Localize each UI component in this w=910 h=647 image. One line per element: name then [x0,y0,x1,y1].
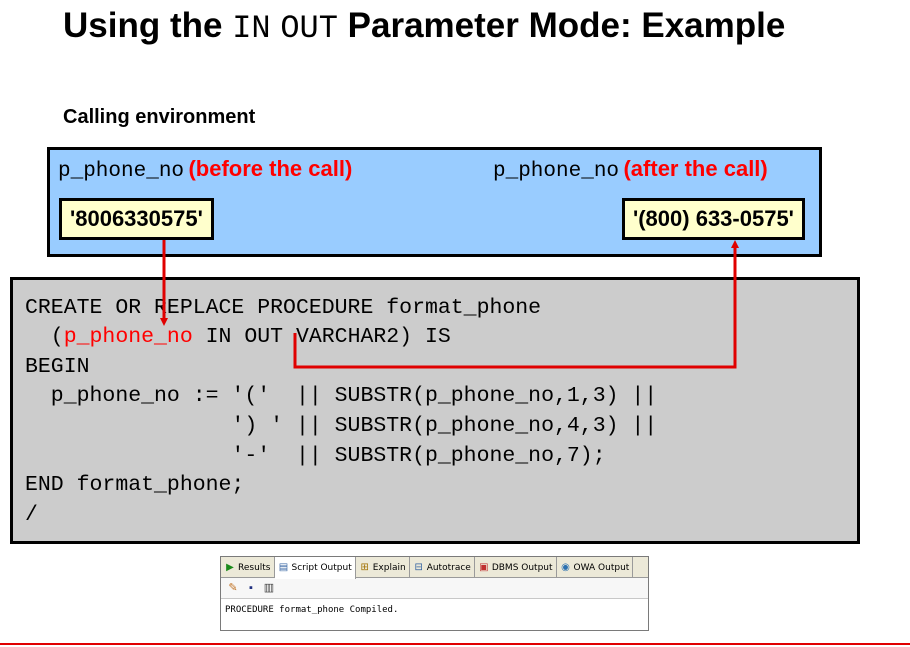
code-line-4: p_phone_no := '(' || SUBSTR(p_phone_no,1… [25,384,658,408]
tab-owa-output[interactable]: ◉ OWA Output [557,557,634,578]
code-param-name: p_phone_no [63,325,193,349]
output-toolbar: ✎ ▪ ▥ [221,578,648,599]
after-call-value: '(800) 633-0575' [622,198,805,240]
eraser-icon[interactable]: ✎ [226,581,240,595]
tab-explain[interactable]: ⊞ Explain [356,557,410,578]
title-keyword-in: IN [232,10,271,47]
output-panel: ▶ Results ▤ Script Output ⊞ Explain ⊟ Autotr… [220,556,649,631]
output-tabs: ▶ Results ▤ Script Output ⊞ Explain ⊟ Autotr… [221,557,648,579]
before-call-label: p_phone_no (before the call) [58,156,353,183]
play-icon: ▶ [226,561,234,573]
autotrace-icon: ⊟ [414,561,423,573]
tab-results[interactable]: ▶ Results [221,557,275,578]
print-icon[interactable]: ▥ [262,581,276,595]
code-line-2: (p_phone_no IN OUT VARCHAR2) IS [25,325,451,349]
code-line-3: BEGIN [25,355,90,379]
code-line-8: / [25,503,38,527]
footer-divider [0,643,910,645]
before-call-value: '8006330575' [59,198,214,240]
tab-autotrace[interactable]: ⊟ Autotrace [410,557,475,578]
code-line-1: CREATE OR REPLACE PROCEDURE format_phone [25,296,542,320]
script-icon: ▤ [278,562,289,573]
title-keyword-out: OUT [280,10,338,47]
tab-dbms-output[interactable]: ▣ DBMS Output [475,557,557,578]
save-icon[interactable]: ▪ [244,581,258,595]
procedure-code-block: CREATE OR REPLACE PROCEDURE format_phone… [10,277,860,544]
tab-script-output[interactable]: ▤ Script Output [274,557,356,579]
code-line-7: END format_phone; [25,473,245,497]
calling-environment-label: Calling environment [63,106,256,128]
code-line-5: ') ' || SUBSTR(p_phone_no,4,3) || [25,414,658,438]
calling-environment-box: p_phone_no (before the call) p_phone_no … [47,147,822,257]
page-title: Using the IN OUT Parameter Mode: Example [63,6,786,47]
script-output-text: PROCEDURE format_phone Compiled. [225,605,399,615]
owa-icon: ◉ [561,561,570,573]
dbms-icon: ▣ [479,561,489,573]
explain-icon: ⊞ [360,561,369,573]
after-call-label: p_phone_no (after the call) [493,156,768,183]
code-line-6: '-' || SUBSTR(p_phone_no,7); [25,444,606,468]
